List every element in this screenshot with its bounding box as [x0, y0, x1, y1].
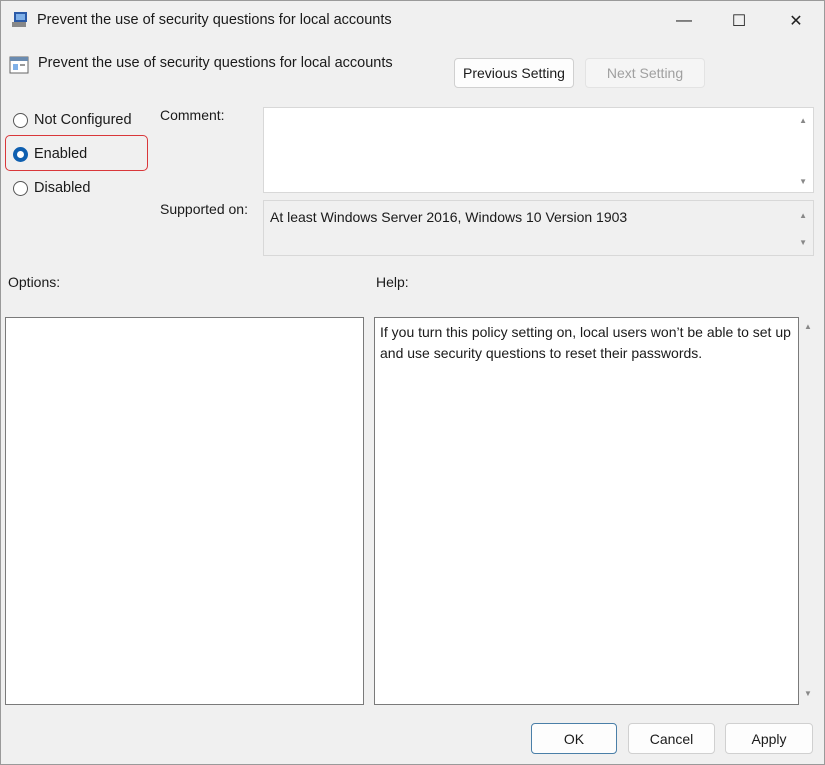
supported-on-label: Supported on: [160, 201, 248, 217]
help-label: Help: [376, 274, 409, 290]
comment-input[interactable]: ▲ ▼ [263, 107, 814, 193]
radio-circle-selected[interactable] [13, 147, 28, 162]
options-label: Options: [8, 274, 60, 290]
options-panel [5, 317, 364, 705]
previous-setting-button[interactable]: Previous Setting [454, 58, 574, 88]
help-text: If you turn this policy setting on, loca… [375, 318, 798, 368]
help-scroll-up-icon[interactable]: ▲ [804, 322, 812, 331]
minimize-button[interactable]: — [661, 7, 707, 35]
radio-circle[interactable] [13, 113, 28, 128]
radio-label: Disabled [34, 180, 90, 196]
radio-enabled[interactable]: Enabled [13, 146, 87, 162]
ok-button[interactable]: OK [531, 723, 617, 754]
radio-label: Not Configured [34, 112, 132, 128]
radio-label: Enabled [34, 146, 87, 162]
radio-disabled[interactable]: Disabled [13, 180, 90, 196]
supported-on-field: At least Windows Server 2016, Windows 10… [263, 200, 814, 256]
help-scroll-down-icon[interactable]: ▼ [804, 689, 812, 698]
help-panel: If you turn this policy setting on, loca… [374, 317, 799, 705]
comment-label: Comment: [160, 107, 225, 123]
maximize-button[interactable]: ☐ [716, 7, 762, 35]
scroll-down-icon[interactable]: ▼ [799, 238, 807, 247]
scroll-up-icon[interactable]: ▲ [799, 116, 807, 125]
radio-not-configured[interactable]: Not Configured [13, 112, 132, 128]
policy-app-icon [11, 11, 29, 29]
policy-name: Prevent the use of security questions fo… [38, 55, 393, 71]
scroll-up-icon[interactable]: ▲ [799, 211, 807, 220]
policy-setting-icon [9, 55, 29, 75]
next-setting-button[interactable]: Next Setting [585, 58, 705, 88]
title-bar: Prevent the use of security questions fo… [1, 1, 825, 41]
window-title: Prevent the use of security questions fo… [37, 12, 392, 28]
radio-circle[interactable] [13, 181, 28, 196]
apply-button[interactable]: Apply [725, 723, 813, 754]
supported-on-value: At least Windows Server 2016, Windows 10… [264, 201, 813, 233]
scroll-down-icon[interactable]: ▼ [799, 177, 807, 186]
close-button[interactable]: ✕ [773, 7, 819, 35]
cancel-button[interactable]: Cancel [628, 723, 715, 754]
